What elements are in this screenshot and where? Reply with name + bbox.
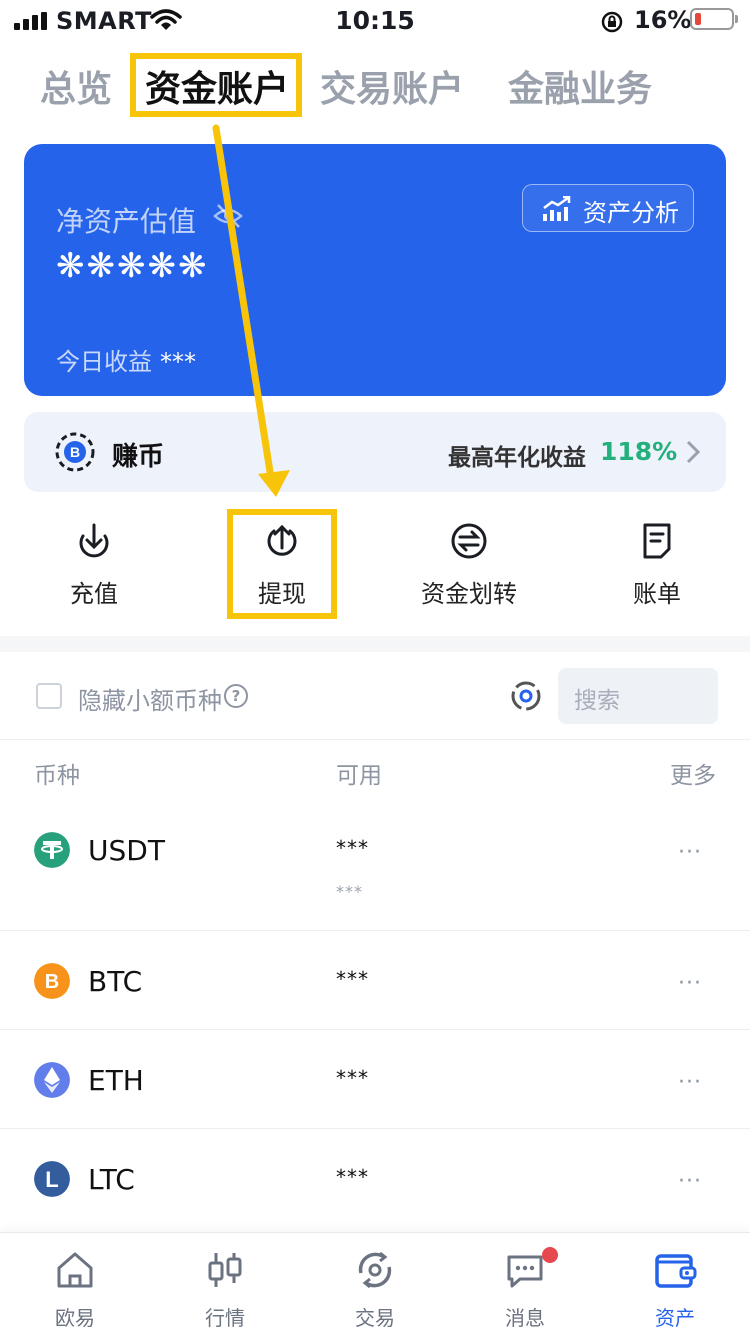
- more-options-icon[interactable]: ···: [678, 1169, 702, 1194]
- more-options-icon[interactable]: ···: [678, 1070, 702, 1095]
- hide-small-checkbox[interactable]: [36, 683, 62, 709]
- message-icon: [507, 1255, 543, 1288]
- search-placeholder: 搜索: [574, 688, 620, 714]
- nav-item-assets[interactable]: 资产: [600, 1233, 750, 1335]
- divider: [0, 739, 750, 740]
- coin-symbol: BTC: [88, 965, 143, 998]
- wallet-icon: [655, 1254, 697, 1288]
- coin-available: ***: [336, 1066, 369, 1090]
- nav-label: 资产: [655, 1306, 695, 1330]
- help-icon[interactable]: ?: [224, 684, 248, 708]
- home-icon: [57, 1252, 93, 1288]
- column-header-more: 更多: [670, 763, 716, 789]
- eth-coin-icon: [34, 1062, 70, 1098]
- btc-coin-icon: B: [34, 963, 70, 999]
- more-options-icon[interactable]: ···: [678, 840, 702, 865]
- search-input[interactable]: 搜索: [558, 668, 718, 724]
- trade-icon: [358, 1251, 392, 1289]
- annotation-arrow: [212, 124, 290, 497]
- column-header-coin: 币种: [34, 763, 80, 789]
- coin-available: ***: [336, 1165, 369, 1189]
- target-icon[interactable]: [510, 680, 542, 712]
- coin-symbol: ETH: [88, 1064, 144, 1097]
- nav-item-okx[interactable]: 欧易: [0, 1233, 150, 1335]
- table-row[interactable]: ETH *** ···: [0, 1030, 750, 1128]
- table-row[interactable]: L LTC *** ···: [0, 1129, 750, 1227]
- table-row[interactable]: USDT *** *** ···: [0, 800, 750, 930]
- table-row[interactable]: B BTC *** ···: [0, 931, 750, 1029]
- candlestick-icon: [208, 1253, 242, 1287]
- notification-badge: [542, 1247, 558, 1263]
- svg-text:B: B: [45, 971, 59, 993]
- nav-label: 欧易: [55, 1306, 95, 1330]
- hide-small-label: 隐藏小额币种: [78, 687, 222, 715]
- bottom-nav: 欧易 行情 交易 消息 资产: [0, 1232, 750, 1334]
- nav-item-trade[interactable]: 交易: [300, 1233, 450, 1335]
- column-header-available: 可用: [336, 763, 382, 789]
- coin-symbol: LTC: [88, 1163, 135, 1196]
- svg-text:L: L: [45, 1167, 58, 1192]
- coin-available-sub: ***: [336, 882, 363, 901]
- nav-item-messages[interactable]: 消息: [450, 1233, 600, 1335]
- more-options-icon[interactable]: ···: [678, 971, 702, 996]
- coin-available: ***: [336, 836, 369, 860]
- coin-symbol: USDT: [88, 834, 165, 867]
- section-separator: [0, 636, 750, 652]
- nav-label: 交易: [355, 1306, 395, 1330]
- usdt-coin-icon: [34, 832, 70, 868]
- nav-label: 行情: [205, 1306, 245, 1330]
- ltc-coin-icon: L: [34, 1161, 70, 1197]
- coin-available: ***: [336, 967, 369, 991]
- nav-label: 消息: [505, 1306, 545, 1330]
- nav-item-market[interactable]: 行情: [150, 1233, 300, 1335]
